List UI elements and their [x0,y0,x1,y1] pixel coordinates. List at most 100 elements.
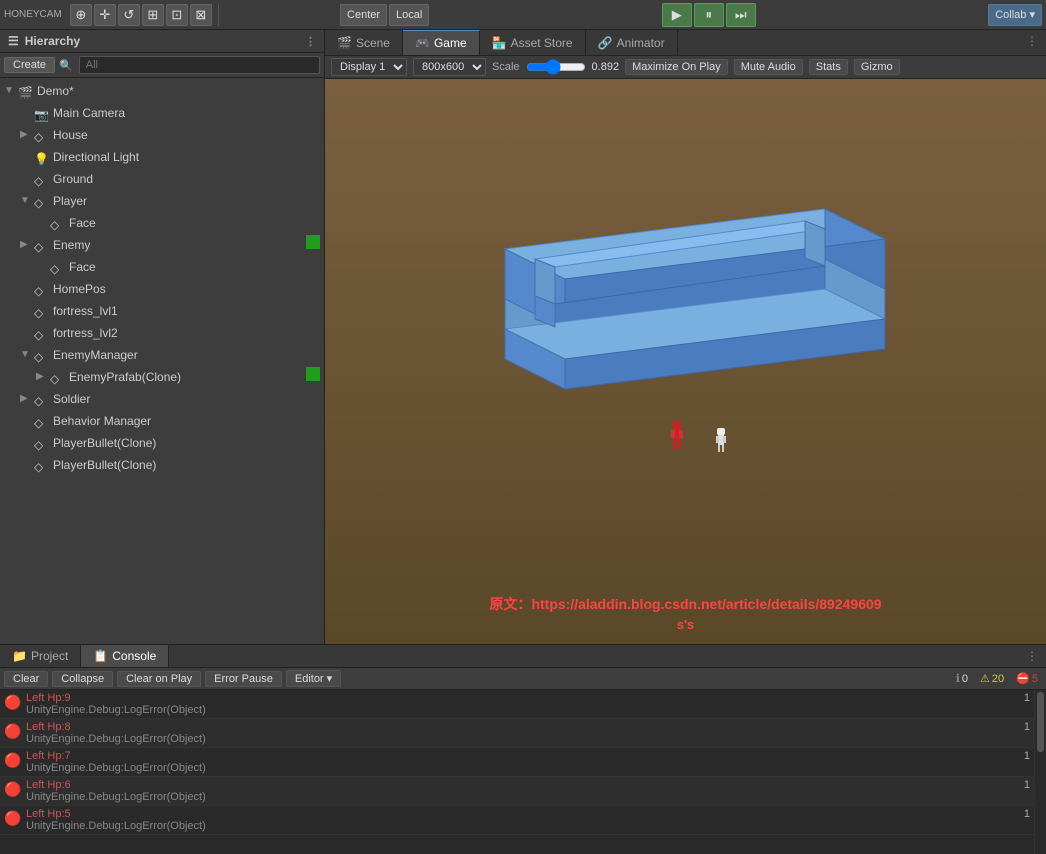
error-badge: ⛔ 5 [1012,671,1042,686]
tab-options[interactable]: ⋮ [1018,30,1046,55]
tool-rect[interactable]: ⊞ [142,4,164,26]
hierarchy-item-face[interactable]: ◇Face [0,212,324,234]
item-icon: ◇ [34,347,50,363]
display-select[interactable]: Display 1 [331,58,407,76]
hierarchy-item-demo[interactable]: ▼🎬Demo* [0,80,324,102]
item-icon: ◇ [34,237,50,253]
search-input[interactable] [79,56,320,74]
local-button[interactable]: Local [389,4,429,26]
console-tab-label: Console [112,649,156,663]
bottom-panel-options[interactable]: ⋮ [1018,645,1046,667]
scrollbar-thumb[interactable] [1037,692,1044,752]
honeycam-label: HONEYCAM [4,9,62,20]
log-sub: UnityEngine.Debug:LogError(Object) [26,733,1010,745]
console-scrollbar[interactable] [1034,690,1046,854]
log-entry[interactable]: 🔴 Left Hp:6 UnityEngine.Debug:LogError(O… [0,777,1034,806]
collab-button[interactable]: Collab ▾ [988,4,1042,26]
warn-badge: ⚠ 20 [976,671,1008,686]
log-entry[interactable]: 🔴 Left Hp:7 UnityEngine.Debug:LogError(O… [0,748,1034,777]
watermark: 原文：https://aladdin.blog.csdn.net/article… [489,594,881,614]
hierarchy-item-player[interactable]: ▼◇Player [0,190,324,212]
log-title: Left Hp:8 [26,721,1010,733]
center-button[interactable]: Center [340,4,387,26]
log-text: Left Hp:9 UnityEngine.Debug:LogError(Obj… [26,692,1010,716]
log-entry[interactable]: 🔴 Left Hp:9 UnityEngine.Debug:LogError(O… [0,690,1034,719]
maximize-button[interactable]: Maximize On Play [625,59,728,75]
scale-value: 0.892 [592,61,620,73]
info-count: 0 [962,673,968,685]
arrow-icon: ▼ [20,191,34,211]
hierarchy-item-behavior-manager[interactable]: ◇Behavior Manager [0,410,324,432]
hierarchy-item-soldier[interactable]: ▶◇Soldier [0,388,324,410]
log-title: Left Hp:9 [26,692,1010,704]
hierarchy-options[interactable]: ⋮ [305,35,316,48]
log-sub: UnityEngine.Debug:LogError(Object) [26,704,1010,716]
hierarchy-item-fortress1[interactable]: ◇fortress_lvl1 [0,300,324,322]
clear-on-play-button[interactable]: Clear on Play [117,671,201,687]
console-log-container: 🔴 Left Hp:9 UnityEngine.Debug:LogError(O… [0,690,1046,854]
play-button[interactable]: ▶ [662,3,692,27]
item-icon: ◇ [34,325,50,341]
scale-slider[interactable] [526,59,586,75]
tab-project[interactable]: 📁 Project [0,645,81,667]
editor-button[interactable]: Editor ▾ [286,670,341,687]
mute-button[interactable]: Mute Audio [734,59,803,75]
hierarchy-item-fortress2[interactable]: ◇fortress_lvl2 [0,322,324,344]
console-toolbar: Clear Collapse Clear on Play Error Pause… [0,668,1046,690]
tool-scale[interactable]: ↺ [118,4,140,26]
item-name: Demo* [37,81,320,101]
hierarchy-item-house[interactable]: ▶◇House [0,124,324,146]
project-icon: 📁 [12,649,27,663]
hierarchy-item-player-bullet1[interactable]: ◇PlayerBullet(Clone) [0,432,324,454]
item-icon: ◇ [50,215,66,231]
error-pause-button[interactable]: Error Pause [205,671,282,687]
resolution-select[interactable]: 800x600 [413,58,486,76]
tool-custom[interactable]: ⊠ [190,4,212,26]
item-name: Enemy [53,235,306,255]
hierarchy-item-enemy-manager[interactable]: ▼◇EnemyManager [0,344,324,366]
log-sub: UnityEngine.Debug:LogError(Object) [26,762,1010,774]
tab-asset-store[interactable]: 🏪 Asset Store [480,30,586,55]
clear-button[interactable]: Clear [4,671,48,687]
log-entry[interactable]: 🔴 Left Hp:8 UnityEngine.Debug:LogError(O… [0,719,1034,748]
hierarchy-item-main-camera[interactable]: 📷Main Camera [0,102,324,124]
step-button[interactable]: ⏭ [726,3,756,27]
item-name: EnemyManager [53,345,320,365]
pause-button[interactable]: ⏸ [694,3,724,27]
log-text: Left Hp:8 UnityEngine.Debug:LogError(Obj… [26,721,1010,745]
create-button[interactable]: Create [4,57,55,73]
tab-console[interactable]: 📋 Console [81,645,169,667]
log-error-icon: 🔴 [4,751,22,769]
item-icon: ◇ [34,457,50,473]
item-name: HomePos [53,279,320,299]
log-entry[interactable]: 🔴 Left Hp:5 UnityEngine.Debug:LogError(O… [0,806,1034,835]
item-name: House [53,125,320,145]
item-icon: ◇ [50,259,66,275]
hierarchy-item-homepos[interactable]: ◇HomePos [0,278,324,300]
collapse-button[interactable]: Collapse [52,671,113,687]
hierarchy-item-enemy-prefab[interactable]: ▶◇EnemyPrafab(Clone) [0,366,324,388]
hierarchy-item-player-bullet2[interactable]: ◇PlayerBullet(Clone) [0,454,324,476]
warn-icon: ⚠ [980,672,990,685]
stats-button[interactable]: Stats [809,59,848,75]
tool-rotate[interactable]: ✛ [94,4,116,26]
tab-game[interactable]: 🎮 Game [403,30,480,55]
log-count: 1 [1010,808,1030,820]
console-icon: 📋 [93,649,108,663]
hierarchy-item-ground[interactable]: ◇Ground [0,168,324,190]
hierarchy-header: ☰ Hierarchy ⋮ [0,30,324,53]
item-icon: ◇ [34,303,50,319]
hierarchy-item-face2[interactable]: ◇Face [0,256,324,278]
tab-animator[interactable]: 🔗 Animator [586,30,678,55]
error-count: 5 [1032,673,1038,685]
hierarchy-title: Hierarchy [25,34,80,48]
hierarchy-item-directional-light[interactable]: 💡Directional Light [0,146,324,168]
tab-scene[interactable]: 🎬 Scene [325,30,403,55]
game-toolbar: Display 1 800x600 Scale 0.892 Maximize O… [325,56,1046,79]
tool-move[interactable]: ⊕ [70,4,92,26]
tool-transform[interactable]: ⊡ [166,4,188,26]
item-name: Soldier [53,389,320,409]
hierarchy-item-enemy[interactable]: ▶◇Enemy [0,234,324,256]
gizmo-button[interactable]: Gizmo [854,59,900,75]
log-text: Left Hp:5 UnityEngine.Debug:LogError(Obj… [26,808,1010,832]
